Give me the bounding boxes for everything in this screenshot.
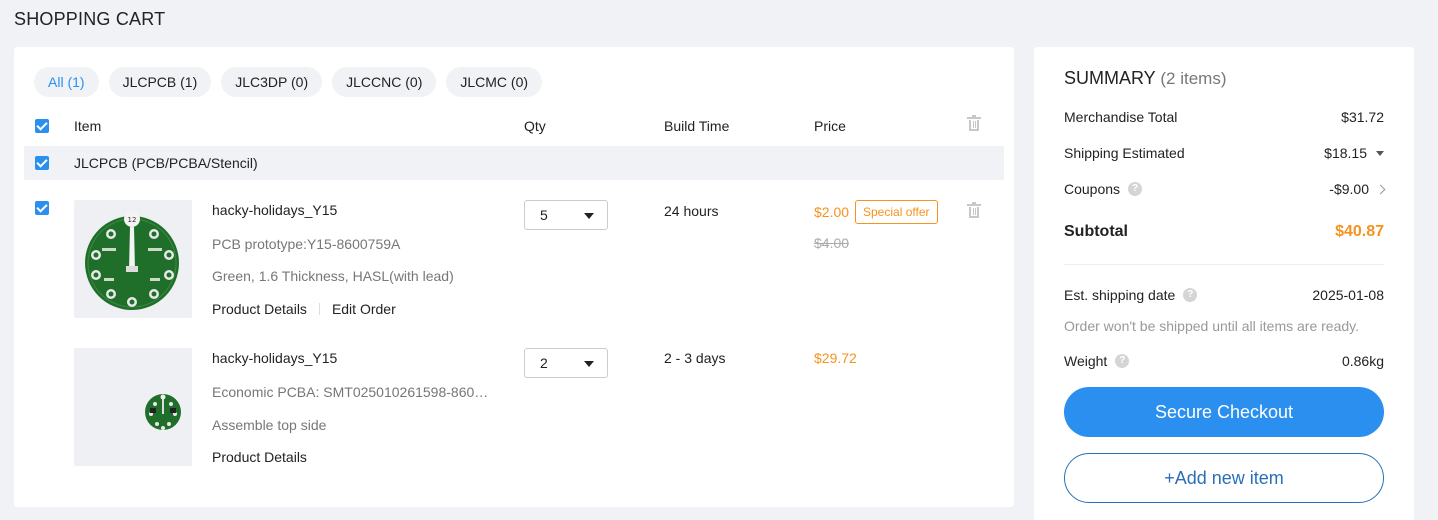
group-row: JLCPCB (PCB/PCBA/Stencil) <box>24 146 1004 180</box>
est-shipping-label: Est. shipping date <box>1064 287 1176 303</box>
est-shipping-value: 2025-01-08 <box>1312 287 1384 303</box>
merchandise-total-value: $31.72 <box>1341 109 1384 125</box>
subtotal-value: $40.87 <box>1335 223 1384 240</box>
summary-divider <box>1064 264 1384 265</box>
summary-title: SUMMARY (2 items) <box>1064 68 1227 89</box>
header-qty: Qty <box>524 118 546 134</box>
item-2-product-details-link[interactable]: Product Details <box>212 449 307 465</box>
coupons-label: Coupons <box>1064 181 1121 197</box>
item-2-options: Assemble top side <box>212 417 327 433</box>
select-all-checkbox[interactable] <box>35 119 49 133</box>
help-icon[interactable]: ? <box>1115 354 1130 368</box>
subtotal-label: Subtotal <box>1064 223 1128 240</box>
cart-panel: All (1) JLCPCB (1) JLC3DP (0) JLCCNC (0)… <box>14 47 1014 507</box>
tab-jlcmc[interactable]: JLCMC (0) <box>446 67 543 97</box>
item-1-spec: PCB prototype:Y15-8600759A <box>212 236 401 252</box>
tab-jlcpcb[interactable]: JLCPCB (1) <box>108 67 212 97</box>
coupons-value: -$9.00 <box>1329 181 1369 197</box>
item-2-name: hacky-holidays_Y15 <box>212 350 338 366</box>
secure-checkout-button[interactable]: Secure Checkout <box>1064 387 1384 437</box>
shipping-estimated-row[interactable]: Shipping Estimated $18.15 <box>1064 145 1384 161</box>
weight-row: Weight ? 0.86kg <box>1064 353 1384 369</box>
item-1-old-price: $4.00 <box>814 235 850 251</box>
merchandise-total-label: Merchandise Total <box>1064 109 1178 125</box>
item-1-qty-value: 5 <box>540 207 548 223</box>
item-1-price: $2.00 <box>814 204 850 220</box>
item-1-thumbnail[interactable]: 12 <box>74 200 192 318</box>
item-2-spec: Economic PCBA: SMT025010261598-860… <box>212 384 489 400</box>
subtotal-row: Subtotal $40.87 <box>1064 223 1384 241</box>
item-1-links: Product Details Edit Order <box>212 301 396 317</box>
item-2-build-time: 2 - 3 days <box>664 350 726 366</box>
item-2-qty-value: 2 <box>540 355 548 371</box>
merchandise-total-row: Merchandise Total $31.72 <box>1064 109 1384 125</box>
caret-down-icon[interactable] <box>1376 150 1384 156</box>
header-build-time: Build Time <box>664 118 730 134</box>
item-2-links: Product Details <box>212 449 307 465</box>
summary-panel: SUMMARY (2 items) Merchandise Total $31.… <box>1034 47 1414 520</box>
est-shipping-row: Est. shipping date ? 2025-01-08 <box>1064 287 1384 303</box>
item-2-qty-select[interactable]: 2 <box>524 348 608 378</box>
page-title: SHOPPING CART <box>14 9 166 29</box>
item-1-options: Green, 1.6 Thickness, HASL(with lead) <box>212 268 454 284</box>
item-1-qty-select[interactable]: 5 <box>524 200 608 230</box>
shipping-note: Order won't be shipped until all items a… <box>1064 318 1360 334</box>
tab-jlc3dp[interactable]: JLC3DP (0) <box>221 67 323 97</box>
caret-down-icon <box>584 361 594 367</box>
item-2-thumbnail[interactable] <box>74 348 192 466</box>
thumb-label: 12 <box>128 216 137 224</box>
category-tabs: All (1) JLCPCB (1) JLC3DP (0) JLCCNC (0)… <box>34 67 543 97</box>
pcb-board-icon: 12 <box>85 211 179 310</box>
item-1-build-time: 24 hours <box>664 203 719 219</box>
item-1-trash-icon[interactable] <box>967 202 981 218</box>
group-checkbox[interactable] <box>35 156 49 170</box>
summary-item-count: (2 items) <box>1160 69 1227 88</box>
group-label: JLCPCB (PCB/PCBA/Stencil) <box>74 155 258 171</box>
chevron-right-icon[interactable] <box>1375 184 1386 194</box>
tab-all[interactable]: All (1) <box>34 67 99 97</box>
link-separator <box>318 303 320 315</box>
shipping-estimated-value: $18.15 <box>1324 145 1367 161</box>
help-icon[interactable]: ? <box>1128 182 1143 196</box>
help-icon[interactable]: ? <box>1183 288 1198 302</box>
add-new-item-button[interactable]: +Add new item <box>1064 453 1384 503</box>
item-1-product-details-link[interactable]: Product Details <box>212 301 307 317</box>
item-2-price: $29.72 <box>814 350 857 366</box>
tab-jlccnc[interactable]: JLCCNC (0) <box>332 67 437 97</box>
weight-value: 0.86kg <box>1341 353 1384 369</box>
coupons-row[interactable]: Coupons ? -$9.00 <box>1064 181 1386 197</box>
header-price: Price <box>814 118 846 134</box>
delete-all-trash-icon[interactable] <box>967 115 981 131</box>
weight-label: Weight <box>1064 353 1108 369</box>
caret-down-icon <box>584 213 594 219</box>
item-1-edit-order-link[interactable]: Edit Order <box>332 301 396 317</box>
shipping-estimated-label: Shipping Estimated <box>1064 145 1185 161</box>
summary-title-text: SUMMARY <box>1064 68 1156 88</box>
special-offer-badge: Special offer <box>855 200 938 224</box>
item-1-name: hacky-holidays_Y15 <box>212 202 338 218</box>
item-1-checkbox[interactable] <box>35 201 49 215</box>
pcba-board-icon <box>145 394 181 430</box>
header-item: Item <box>74 118 102 134</box>
